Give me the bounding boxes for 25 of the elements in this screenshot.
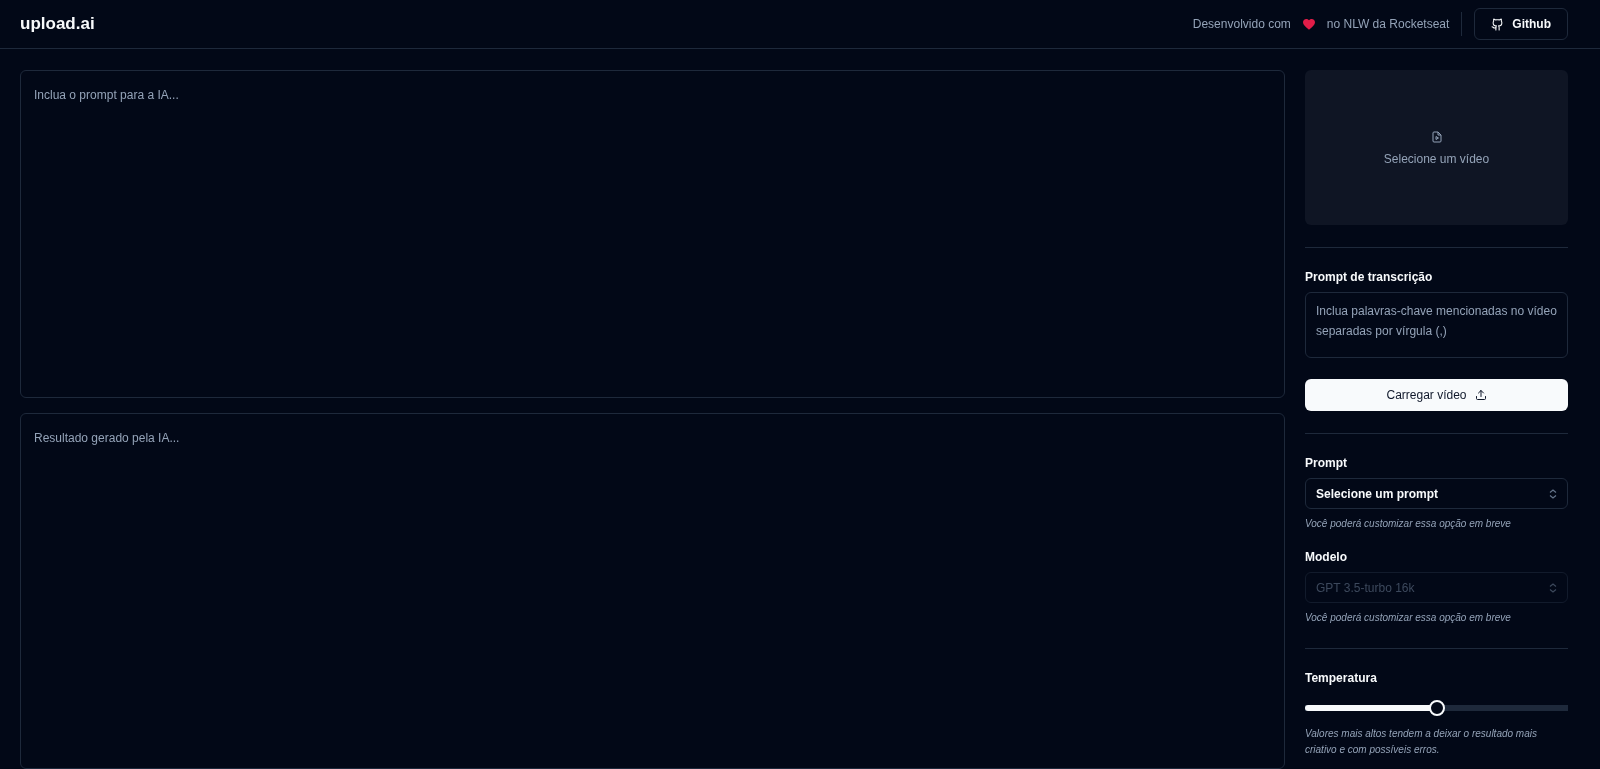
heart-icon [1302, 18, 1315, 30]
slider-thumb[interactable] [1428, 700, 1445, 716]
hint-text: Você poderá customizar essa opção em breve [1305, 611, 1512, 625]
transcription-prompt-input[interactable]: Inclua palavras-chave mencionadas no vídeo separadas por vírgula (,) [1305, 292, 1568, 358]
select-field[interactable]: Selecione um prompt [1305, 478, 1568, 509]
hint-text: Valores mais altos tendem a deixar o resultado mais criativo e com possíveis erros. [1305, 727, 1538, 757]
field-label: Temperatura [1305, 671, 1378, 685]
github-icon [1491, 17, 1505, 31]
video-upload-label: Selecione um vídeo [1383, 151, 1490, 166]
upload-video-button[interactable]: Carregar vídeo [1305, 379, 1568, 411]
prompt-input[interactable]: Inclua o prompt para a IA... [20, 70, 1285, 398]
field-label: Modelo [1305, 550, 1348, 564]
chevron-updown-icon [1549, 582, 1557, 593]
github-button[interactable]: Github [1474, 8, 1568, 40]
result-output[interactable]: Resultado gerado pela IA... [20, 412, 1285, 769]
video-upload-area[interactable]: Selecione um vídeo [1305, 70, 1568, 225]
field-label: Prompt [1305, 456, 1348, 470]
logo: upload.ai [20, 14, 95, 34]
credit-text: no NLW da Rocketseat [1326, 17, 1450, 31]
credit-text: Desenvolvido com [1192, 17, 1291, 31]
field-label: Prompt de transcrição [1305, 270, 1434, 284]
hint-text: Você poderá customizar essa opção em breve [1305, 517, 1512, 531]
video-file-icon [1430, 129, 1443, 144]
upload-icon [1474, 389, 1487, 401]
chevron-updown-icon [1549, 488, 1557, 499]
